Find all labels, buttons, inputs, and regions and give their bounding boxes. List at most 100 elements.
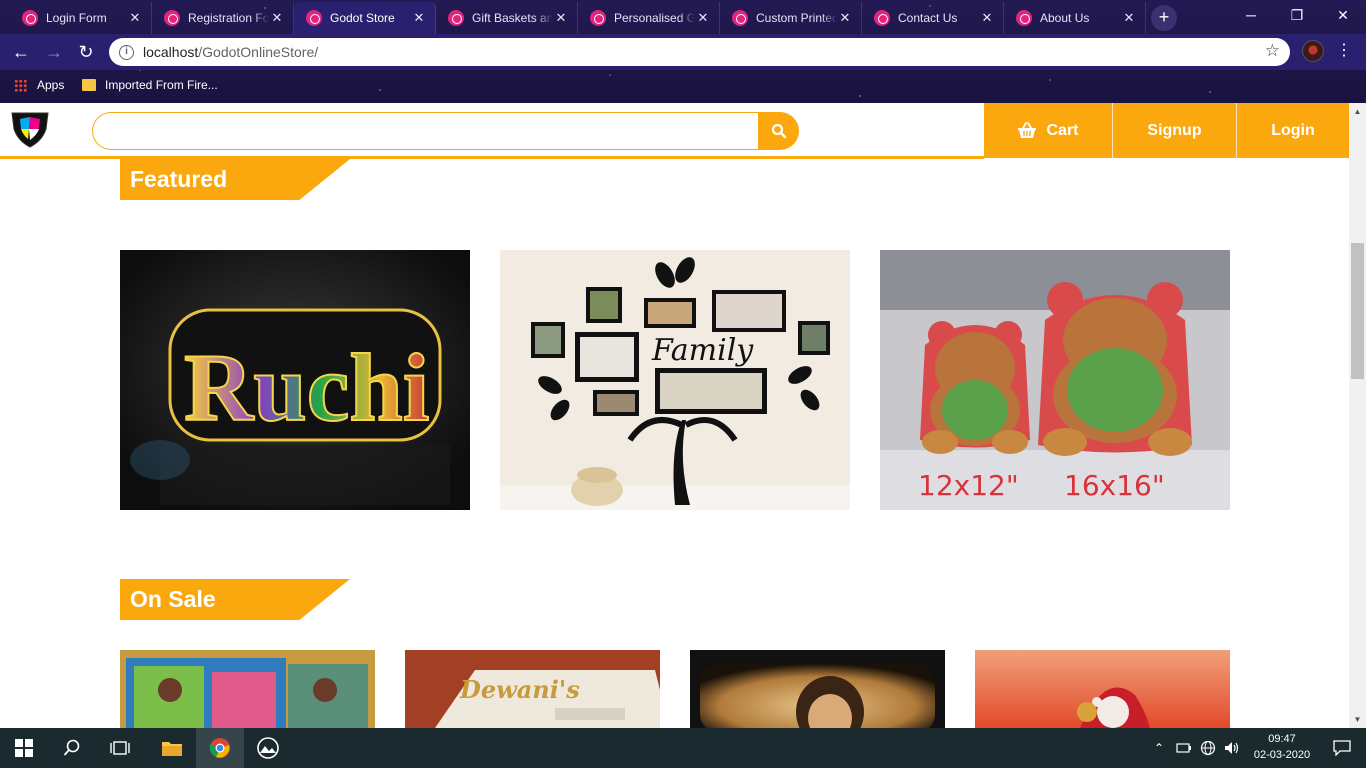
close-icon[interactable]: ✕ [979,10,995,26]
featured-product-card[interactable]: Ruchi [120,250,470,510]
size-label-large: 16x16" [1064,469,1165,502]
close-icon[interactable]: ✕ [695,10,711,26]
notification-icon [1333,740,1351,756]
task-view-icon [110,741,130,755]
battery-icon[interactable] [1176,742,1192,754]
sale-product-card[interactable] [975,650,1230,728]
tab-registration[interactable]: Registration Form ✕ [152,2,294,34]
minimize-button[interactable]: ─ [1228,0,1274,30]
forward-button[interactable]: → [41,40,67,66]
bookmark-label: Apps [37,78,65,92]
info-icon[interactable]: i [119,44,134,60]
menu-kebab-icon[interactable]: ⋮ [1336,40,1352,62]
profile-avatar[interactable] [1302,40,1324,62]
scroll-down-arrow-icon[interactable]: ▼ [1349,711,1366,728]
tab-about-us[interactable]: About Us ✕ [1004,2,1146,34]
search-button[interactable] [758,112,799,150]
bookmark-imported-folder[interactable]: Imported From Fire... [82,76,218,94]
site-favicon-icon [1016,10,1032,26]
tab-gift-baskets[interactable]: Gift Baskets and ✕ [436,2,578,34]
close-icon[interactable]: ✕ [269,10,285,26]
site-favicon-icon [590,10,606,26]
taskbar-photos[interactable] [244,728,292,768]
site-favicon-icon [164,10,180,26]
taskbar-search-button[interactable] [48,728,96,768]
photos-app-icon [257,737,279,759]
url-path: /GodotOnlineStore/ [198,44,319,60]
close-window-button[interactable]: ✕ [1320,0,1366,30]
back-button[interactable]: ← [8,40,34,66]
scroll-thumb[interactable] [1351,243,1364,379]
site-favicon-icon [874,10,890,26]
nav-cart-label: Cart [1046,121,1079,139]
teddy-cushion-image: 12x12" 16x16" [880,250,1230,510]
header-divider [0,156,984,159]
close-icon[interactable]: ✕ [1121,10,1137,26]
nav-signup-label: Signup [1147,121,1202,139]
nav-login-label: Login [1271,121,1315,139]
start-button[interactable] [0,728,48,768]
site-favicon-icon [22,10,38,26]
sale-product-card[interactable] [690,650,945,728]
sale-product-card[interactable] [120,650,375,728]
basket-icon [1018,122,1037,138]
bookmarks-bar: Apps Imported From Fire... [0,70,1366,100]
bookmark-apps[interactable]: Apps [14,76,64,94]
globe-network-icon[interactable] [1200,740,1216,756]
tab-custom-printed[interactable]: Custom Printed ✕ [720,2,862,34]
tab-title: Gift Baskets and [472,11,553,25]
tab-login-form[interactable]: Login Form ✕ [10,2,152,34]
search-input[interactable] [92,112,760,150]
tab-title: Godot Store [330,11,395,25]
tab-title: Custom Printed [756,11,837,25]
tab-title: Contact Us [898,11,958,25]
search-icon [771,123,786,139]
tab-personalised[interactable]: Personalised Gifts ✕ [578,2,720,34]
photo-cushion-image [690,650,945,728]
name-plate-image: Dewani's [405,650,660,728]
bookmark-label: Imported From Fire... [105,78,218,92]
bookmark-star-icon[interactable]: ☆ [1265,41,1280,61]
featured-product-card[interactable]: Family [500,250,850,510]
reload-button[interactable]: ↻ [73,40,99,66]
tab-strip: Login Form ✕ Registration Form ✕ Godot S… [0,0,1366,34]
nav-login[interactable]: Login [1237,103,1349,158]
windows-taskbar: ⌃ 09:47 02-03-2020 [0,728,1366,768]
search-icon [63,739,80,756]
page-scrollbar[interactable]: ▲ ▼ [1349,103,1366,728]
teddy-small [920,321,1030,454]
tab-title: About Us [1040,11,1090,25]
close-icon[interactable]: ✕ [837,10,853,26]
godot-logo[interactable] [8,107,52,149]
chrome-icon [209,738,230,758]
nav-signup[interactable]: Signup [1113,103,1237,158]
close-icon[interactable]: ✕ [553,10,569,26]
volume-icon[interactable] [1224,741,1240,755]
tab-godot-store[interactable]: Godot Store ✕ [294,2,436,34]
address-bar[interactable]: i localhost/GodotOnlineStore/ ☆ [109,38,1290,66]
new-tab-button[interactable]: + [1151,5,1177,31]
close-icon[interactable]: ✕ [411,10,427,26]
scroll-up-arrow-icon[interactable]: ▲ [1349,103,1366,120]
windows-logo-icon [15,739,33,757]
sale-product-card[interactable]: Dewani's [405,650,660,728]
tab-contact-us[interactable]: Contact Us ✕ [862,2,1004,34]
tab-title: Login Form [46,11,107,25]
task-view-button[interactable] [96,728,144,768]
featured-heading: Featured [120,159,350,200]
taskbar-chrome[interactable] [196,728,244,768]
site-favicon-icon [306,10,322,26]
family-overlay-text: Family [651,333,754,368]
clock-time: 09:47 [1268,733,1296,745]
teddy-gift-image [975,650,1230,728]
featured-product-card[interactable]: 12x12" 16x16" [880,250,1230,510]
taskbar-clock[interactable]: 09:47 02-03-2020 [1252,731,1312,763]
close-icon[interactable]: ✕ [127,10,143,26]
taskbar-file-explorer[interactable] [148,728,196,768]
apps-grid-icon [14,78,27,92]
action-center-button[interactable] [1318,728,1366,768]
site-favicon-icon [732,10,748,26]
chevron-up-icon[interactable]: ⌃ [1152,741,1166,755]
nav-cart[interactable]: Cart [984,103,1113,158]
restore-button[interactable]: ❐ [1274,0,1320,30]
